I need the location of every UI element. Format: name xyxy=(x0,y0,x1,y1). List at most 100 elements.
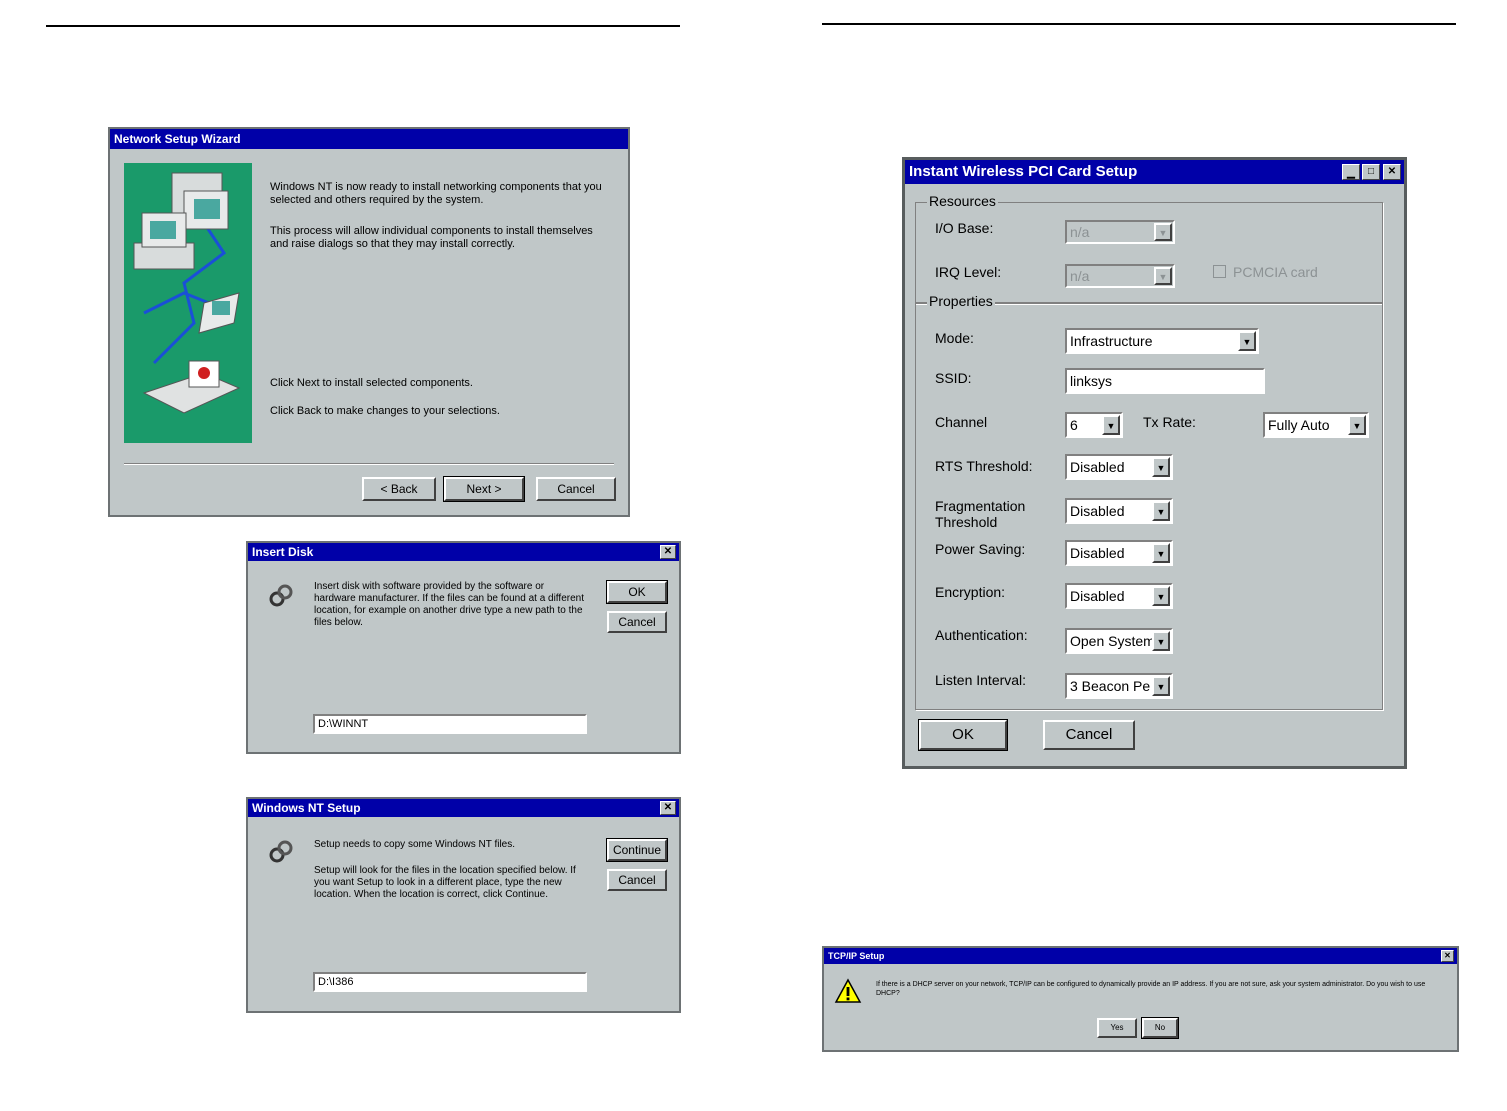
nt-setup-titlebar: Windows NT Setup ✕ xyxy=(248,799,679,817)
listen-interval-label: Listen Interval: xyxy=(935,672,1027,688)
insert-disk-close-icon[interactable]: ✕ xyxy=(660,545,676,559)
pci-cancel-button[interactable]: Cancel xyxy=(1043,720,1135,750)
pci-setup-title: Instant Wireless PCI Card Setup xyxy=(909,163,1138,180)
io-base-label: I/O Base: xyxy=(935,220,994,236)
fragmentation-dropdown-icon[interactable]: ▼ xyxy=(1152,501,1170,521)
nt-setup-window: Windows NT Setup ✕ Setup needs to copy s… xyxy=(246,797,681,1013)
tcpip-setup-window: TCP/IP Setup ✕ If there is a DHCP server… xyxy=(822,946,1459,1052)
tcpip-close-icon[interactable]: ✕ xyxy=(1441,950,1454,962)
setup-chain-icon xyxy=(269,840,293,863)
encryption-select[interactable]: Disabled ▼ xyxy=(1065,583,1173,609)
disk-chain-icon xyxy=(269,584,293,607)
tcpip-title: TCP/IP Setup xyxy=(828,951,885,961)
network-wizard-titlebar: Network Setup Wizard xyxy=(110,129,628,149)
pcmcia-checkbox xyxy=(1213,265,1226,278)
irq-dropdown-icon: ▼ xyxy=(1154,267,1172,285)
no-button[interactable]: No xyxy=(1141,1017,1179,1039)
tx-rate-value: Fully Auto xyxy=(1268,417,1330,433)
pci-setup-titlebar: Instant Wireless PCI Card Setup ▁ □ ✕ xyxy=(905,160,1404,184)
wizard-illustration xyxy=(124,163,252,443)
network-setup-wizard-window: Network Setup Wizard Windows NT is now r… xyxy=(108,127,630,517)
fragmentation-threshold-value: Disabled xyxy=(1070,503,1125,519)
authentication-select[interactable]: Open System ▼ xyxy=(1065,628,1173,654)
nt-setup-message-1: Setup needs to copy some Windows NT file… xyxy=(314,839,516,850)
wizard-text-1: Windows NT is now ready to install netwo… xyxy=(270,181,602,206)
authentication-label: Authentication: xyxy=(935,627,1028,643)
irq-level-value: n/a xyxy=(1070,268,1090,284)
authentication-dropdown-icon[interactable]: ▼ xyxy=(1152,631,1170,651)
listen-interval-select[interactable]: 3 Beacon Pe ▼ xyxy=(1065,673,1173,699)
irq-level-label: IRQ Level: xyxy=(935,264,1002,280)
minimize-icon[interactable]: ▁ xyxy=(1342,164,1360,180)
pcmcia-label: PCMCIA card xyxy=(1233,264,1318,280)
tcpip-message: If there is a DHCP server on your networ… xyxy=(876,981,1426,997)
fragmentation-threshold-label: Fragmentation Threshold xyxy=(935,498,1026,530)
pci-ok-button[interactable]: OK xyxy=(918,719,1008,751)
rts-threshold-label: RTS Threshold: xyxy=(935,458,1033,474)
authentication-value: Open System xyxy=(1070,633,1155,649)
rts-dropdown-icon[interactable]: ▼ xyxy=(1152,457,1170,477)
power-saving-value: Disabled xyxy=(1070,545,1125,561)
insert-disk-cancel-button[interactable]: Cancel xyxy=(607,611,667,633)
insert-disk-message: Insert disk with software provided by th… xyxy=(314,581,584,628)
nt-setup-close-icon[interactable]: ✕ xyxy=(660,801,676,815)
channel-value: 6 xyxy=(1070,417,1078,433)
tx-rate-label: Tx Rate: xyxy=(1143,414,1196,430)
pci-card-setup-window: Instant Wireless PCI Card Setup ▁ □ ✕ Re… xyxy=(902,157,1407,769)
io-base-value: n/a xyxy=(1070,224,1090,240)
io-base-select: n/a ▼ xyxy=(1065,220,1175,244)
wizard-text-4: Click Back to make changes to your selec… xyxy=(270,405,500,417)
nt-setup-title: Windows NT Setup xyxy=(252,801,361,815)
insert-disk-path-input[interactable]: D:\WINNT xyxy=(313,714,587,734)
wizard-cancel-button[interactable]: Cancel xyxy=(536,477,616,501)
irq-level-select: n/a ▼ xyxy=(1065,264,1175,288)
resources-label: Resources xyxy=(927,193,998,209)
mode-label: Mode: xyxy=(935,330,974,346)
insert-disk-titlebar: Insert Disk ✕ xyxy=(248,543,679,561)
wizard-text-3: Click Next to install selected component… xyxy=(270,377,473,389)
power-saving-select[interactable]: Disabled ▼ xyxy=(1065,540,1173,566)
maximize-icon[interactable]: □ xyxy=(1362,164,1380,180)
channel-select[interactable]: 6 ▼ xyxy=(1065,412,1123,438)
yes-button[interactable]: Yes xyxy=(1097,1018,1137,1038)
insert-disk-title: Insert Disk xyxy=(252,545,314,559)
io-base-dropdown-icon: ▼ xyxy=(1154,223,1172,241)
warning-icon xyxy=(834,978,862,1003)
listen-interval-dropdown-icon[interactable]: ▼ xyxy=(1152,676,1170,696)
ssid-input[interactable]: linksys xyxy=(1065,368,1265,394)
wizard-text-2: This process will allow individual compo… xyxy=(270,225,593,250)
insert-disk-ok-button[interactable]: OK xyxy=(606,580,668,604)
network-wizard-title: Network Setup Wizard xyxy=(114,132,241,146)
insert-disk-window: Insert Disk ✕ Insert disk with software … xyxy=(246,541,681,754)
mode-select[interactable]: Infrastructure ▼ xyxy=(1065,328,1259,354)
channel-dropdown-icon[interactable]: ▼ xyxy=(1102,415,1120,435)
power-saving-label: Power Saving: xyxy=(935,541,1026,557)
power-saving-dropdown-icon[interactable]: ▼ xyxy=(1152,543,1170,563)
encryption-label: Encryption: xyxy=(935,584,1006,600)
fragmentation-threshold-select[interactable]: Disabled ▼ xyxy=(1065,498,1173,524)
ssid-label: SSID: xyxy=(935,370,972,386)
rts-threshold-select[interactable]: Disabled ▼ xyxy=(1065,454,1173,480)
networked-computers-icon xyxy=(133,172,241,414)
tx-rate-select[interactable]: Fully Auto ▼ xyxy=(1263,412,1369,438)
nt-setup-cancel-button[interactable]: Cancel xyxy=(607,869,667,891)
rts-threshold-value: Disabled xyxy=(1070,459,1125,475)
wizard-separator xyxy=(124,463,614,465)
encryption-dropdown-icon[interactable]: ▼ xyxy=(1152,586,1170,606)
mode-dropdown-icon[interactable]: ▼ xyxy=(1238,331,1256,351)
channel-label: Channel xyxy=(935,414,988,430)
nt-setup-path-input[interactable]: D:\I386 xyxy=(313,972,587,992)
continue-button[interactable]: Continue xyxy=(606,838,668,862)
properties-label: Properties xyxy=(927,293,995,309)
pci-close-icon[interactable]: ✕ xyxy=(1383,164,1401,180)
resources-group xyxy=(915,202,1383,304)
nt-setup-message-2: Setup will look for the files in the loc… xyxy=(314,865,576,900)
back-button[interactable]: < Back xyxy=(362,477,436,501)
tx-rate-dropdown-icon[interactable]: ▼ xyxy=(1348,415,1366,435)
listen-interval-value: 3 Beacon Pe xyxy=(1070,678,1151,694)
mode-value: Infrastructure xyxy=(1070,333,1153,349)
page-rule-left xyxy=(46,25,680,27)
encryption-value: Disabled xyxy=(1070,588,1125,604)
tcpip-titlebar: TCP/IP Setup ✕ xyxy=(824,948,1457,964)
next-button[interactable]: Next > xyxy=(443,476,525,502)
